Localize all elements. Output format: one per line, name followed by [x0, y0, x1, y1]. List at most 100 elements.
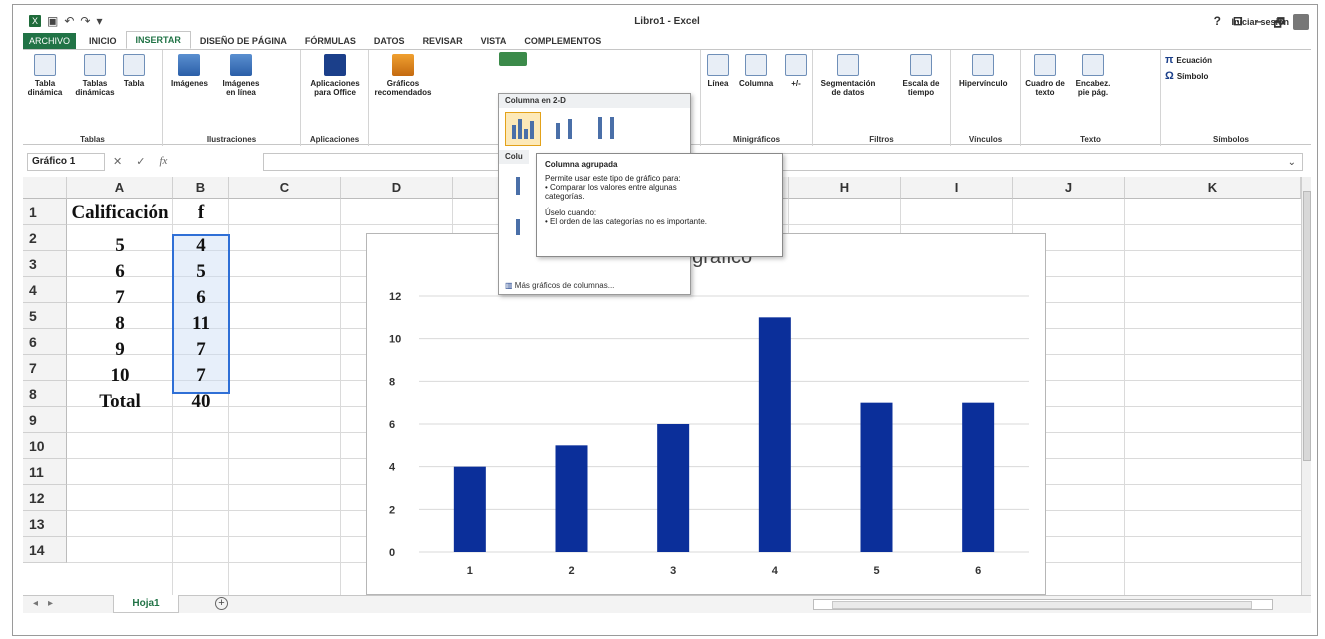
- cell-a7[interactable]: 10: [67, 365, 173, 387]
- online-pictures-button[interactable]: Imágenes en línea: [219, 54, 263, 97]
- row-header-10[interactable]: 10: [23, 433, 67, 459]
- tab-complementos[interactable]: COMPLEMENTOS: [515, 33, 610, 49]
- group-minigraficos: Línea Columna +/- Minigráficos: [701, 50, 813, 146]
- sparkline-winloss-button[interactable]: +/-: [785, 54, 807, 88]
- vertical-scroll-thumb[interactable]: [1303, 191, 1311, 461]
- slicer-button[interactable]: Segmentación de datos: [817, 54, 879, 97]
- cell-a6[interactable]: 9: [67, 339, 173, 361]
- insert-function-icon[interactable]: fx: [159, 155, 167, 168]
- add-sheet-icon[interactable]: +: [215, 597, 228, 610]
- header-footer-button[interactable]: Encabez. pie pág.: [1071, 54, 1115, 97]
- sparkline-line-button[interactable]: Línea: [707, 54, 729, 88]
- row-header-3[interactable]: 3: [23, 251, 67, 277]
- row-header-4[interactable]: 4: [23, 277, 67, 303]
- next-sheet-icon[interactable]: ▸: [48, 598, 53, 609]
- sparkline-column-icon: [745, 54, 768, 76]
- row-header-12[interactable]: 12: [23, 485, 67, 511]
- cell-b4[interactable]: 6: [173, 287, 229, 309]
- chart-bar[interactable]: [657, 424, 690, 552]
- pictures-icon: [178, 54, 201, 76]
- chart-bar[interactable]: [453, 466, 486, 552]
- sign-in-link[interactable]: Iniciar sesión: [1231, 17, 1289, 27]
- sparkline-column-button[interactable]: Columna: [739, 54, 773, 88]
- insert-column-chart-button[interactable]: [499, 52, 527, 69]
- symbol-button[interactable]: Ω Símbolo: [1165, 71, 1208, 82]
- cell-b3[interactable]: 5: [173, 261, 229, 283]
- column-header-c[interactable]: C: [229, 177, 341, 199]
- column-header-k[interactable]: K: [1125, 177, 1301, 199]
- chart-object[interactable]: uel gráfico 0 2 4 6 8 10 12 1 2 3 4 5 6: [366, 233, 1046, 595]
- chart-bar[interactable]: [860, 402, 893, 552]
- tab-insertar[interactable]: INSERTAR: [125, 31, 191, 49]
- column-header-d[interactable]: D: [341, 177, 453, 199]
- cell-a8[interactable]: Total: [67, 391, 173, 413]
- pivot-table-button[interactable]: Tabla dinámica: [27, 54, 63, 97]
- sheet-tab-hoja1[interactable]: Hoja1: [113, 595, 179, 613]
- cell-a1[interactable]: Calificación: [67, 202, 173, 224]
- cell-b5[interactable]: 11: [173, 313, 229, 335]
- row-header-9[interactable]: 9: [23, 407, 67, 433]
- expand-formula-icon[interactable]: ⌄: [1288, 157, 1296, 168]
- column-header-a[interactable]: A: [67, 177, 173, 199]
- tab-revisar[interactable]: REVISAR: [414, 33, 472, 49]
- prev-sheet-icon[interactable]: ◂: [33, 598, 38, 609]
- column-header-b[interactable]: B: [173, 177, 229, 199]
- table-button[interactable]: Tabla: [123, 54, 145, 88]
- text-box-label: Cuadro de texto: [1025, 79, 1065, 97]
- cell-b1[interactable]: f: [173, 202, 229, 224]
- cell-a5[interactable]: 8: [67, 313, 173, 335]
- column-header-h[interactable]: H: [789, 177, 901, 199]
- timeline-button[interactable]: Escala de tiempo: [897, 54, 945, 97]
- chart-bar[interactable]: [962, 402, 995, 552]
- name-box[interactable]: Gráfico 1: [27, 153, 105, 171]
- tab-diseno-de-pagina[interactable]: DISEÑO DE PÁGINA: [191, 33, 296, 49]
- row-header-1[interactable]: 1: [23, 199, 67, 225]
- clustered-column-option[interactable]: [505, 112, 541, 146]
- cell-b2[interactable]: 4: [173, 235, 229, 257]
- row-header-8[interactable]: 8: [23, 381, 67, 407]
- cancel-icon[interactable]: ✕: [113, 155, 122, 168]
- select-all-corner[interactable]: [23, 177, 67, 199]
- more-column-charts-link[interactable]: ▥ Más gráficos de columnas...: [505, 281, 614, 290]
- horizontal-scroll-thumb[interactable]: [832, 601, 1252, 609]
- 100-stacked-column-option[interactable]: [589, 112, 625, 146]
- cell-b6[interactable]: 7: [173, 339, 229, 361]
- chart-bar[interactable]: [555, 445, 588, 552]
- y-tick-label: 10: [389, 334, 401, 346]
- cell-a4[interactable]: 7: [67, 287, 173, 309]
- recommended-pivot-button[interactable]: Tablas dinámicas: [73, 54, 117, 97]
- tab-formulas[interactable]: FÓRMULAS: [296, 33, 365, 49]
- row-header-14[interactable]: 14: [23, 537, 67, 563]
- office-apps-button[interactable]: Aplicaciones para Office: [307, 54, 363, 97]
- row-header-2[interactable]: 2: [23, 225, 67, 251]
- tab-datos[interactable]: DATOS: [365, 33, 414, 49]
- row-header-6[interactable]: 6: [23, 329, 67, 355]
- column-header-i[interactable]: I: [901, 177, 1013, 199]
- tab-archivo[interactable]: ARCHIVO: [23, 33, 77, 49]
- tab-vista[interactable]: VISTA: [472, 33, 516, 49]
- row-header-11[interactable]: 11: [23, 459, 67, 485]
- enter-icon[interactable]: ✓: [136, 155, 145, 168]
- recommended-charts-button[interactable]: Gráficos recomendados: [373, 54, 433, 97]
- cell-a2[interactable]: 5: [67, 235, 173, 257]
- cell-a3[interactable]: 6: [67, 261, 173, 283]
- horizontal-scrollbar[interactable]: [813, 599, 1273, 610]
- row-header-13[interactable]: 13: [23, 511, 67, 537]
- stacked-column-option[interactable]: [547, 112, 583, 146]
- column-header-j[interactable]: J: [1013, 177, 1125, 199]
- formula-input[interactable]: ⌄: [263, 153, 1303, 171]
- cell-b8[interactable]: 40: [173, 391, 229, 413]
- row-header-5[interactable]: 5: [23, 303, 67, 329]
- avatar[interactable]: [1293, 14, 1309, 30]
- equation-button[interactable]: π Ecuación: [1165, 55, 1212, 66]
- tab-inicio[interactable]: INICIO: [80, 33, 126, 49]
- row-header-7[interactable]: 7: [23, 355, 67, 381]
- chart-bar[interactable]: [758, 317, 791, 552]
- hyperlink-button[interactable]: Hipervínculo: [959, 54, 1007, 88]
- pictures-button[interactable]: Imágenes: [171, 54, 208, 88]
- cell-b7[interactable]: 7: [173, 365, 229, 387]
- text-box-button[interactable]: Cuadro de texto: [1025, 54, 1065, 97]
- group-label-minigraficos: Minigráficos: [732, 135, 781, 144]
- x-tick-label: 4: [772, 565, 779, 577]
- vertical-scrollbar[interactable]: [1301, 177, 1311, 595]
